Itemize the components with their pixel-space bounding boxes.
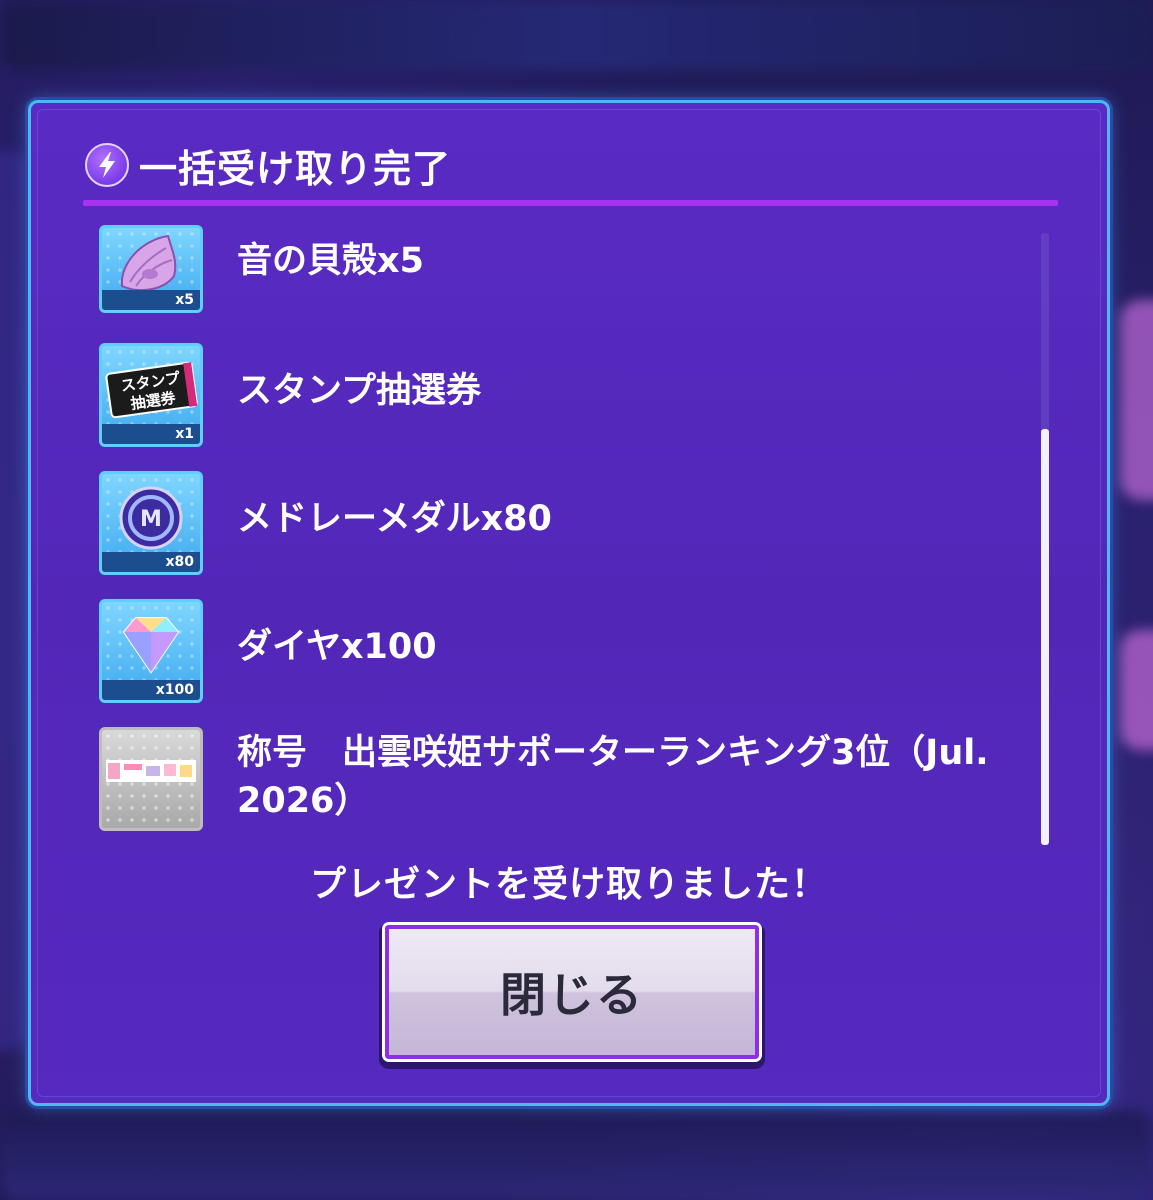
background-top-bar xyxy=(0,0,1153,70)
list-item: x5 音の貝殻x5 xyxy=(99,225,424,313)
count-badge: x1 xyxy=(175,426,194,442)
list-item: M x80 メドレーメダルx80 xyxy=(99,471,552,575)
item-label: スタンプ抽選券 xyxy=(237,371,481,411)
count-badge: x5 xyxy=(175,292,194,308)
svg-text:M: M xyxy=(140,507,162,532)
count-badge: x100 xyxy=(155,682,194,698)
item-label: 称号 出雲咲姫サポーターランキング3位（Jul. 2026） xyxy=(237,733,989,821)
item-thumbnail: スタンプ 抽選券 x1 xyxy=(99,343,203,447)
diamond-icon xyxy=(122,617,180,674)
list-item: 称号 出雲咲姫サポーターランキング3位（Jul. 2026） xyxy=(99,727,1017,831)
item-thumbnail: x100 xyxy=(99,599,203,703)
close-button-label: 閉じる xyxy=(500,968,644,1022)
background-left-panel xyxy=(0,150,30,1050)
background-pink-panel xyxy=(1120,630,1153,750)
count-badge: x80 xyxy=(165,554,194,570)
scrollbar-track[interactable] xyxy=(1041,233,1049,845)
background-pink-panel xyxy=(1120,300,1153,500)
item-thumbnail: M x80 xyxy=(99,471,203,575)
dialog-header: 一括受け取り完了 xyxy=(85,139,451,191)
header-divider xyxy=(83,200,1058,206)
title-banner-icon xyxy=(106,760,196,782)
item-label: 音の貝殻x5 xyxy=(237,241,424,281)
close-button[interactable]: 閉じる xyxy=(385,925,759,1059)
reward-list[interactable]: x5 音の貝殻x5 スタンプ 抽選券 x1 スタンプ抽選券 M x80 メドレー… xyxy=(99,225,1029,833)
list-item: スタンプ 抽選券 x1 スタンプ抽選券 xyxy=(99,343,481,447)
item-thumbnail xyxy=(99,727,203,831)
background-bottom-bar xyxy=(0,1110,1153,1200)
bulk-receive-dialog: 一括受け取り完了 x5 音の貝殻x5 スタンプ 抽選券 x1 スタンプ抽選券 M… xyxy=(28,100,1110,1106)
lightning-bolt-icon xyxy=(85,143,129,187)
dialog-title: 一括受け取り完了 xyxy=(139,146,452,191)
scrollbar-thumb[interactable] xyxy=(1041,429,1049,845)
item-thumbnail: x5 xyxy=(99,225,203,313)
list-item: x100 ダイヤx100 xyxy=(99,599,437,703)
item-label: ダイヤx100 xyxy=(237,627,437,667)
medley-medal-icon: M xyxy=(119,486,183,550)
item-label: メドレーメダルx80 xyxy=(237,499,552,539)
received-message: プレゼントを受け取りました！ xyxy=(309,864,828,905)
stamp-ticket-icon: スタンプ 抽選券 xyxy=(105,361,198,419)
